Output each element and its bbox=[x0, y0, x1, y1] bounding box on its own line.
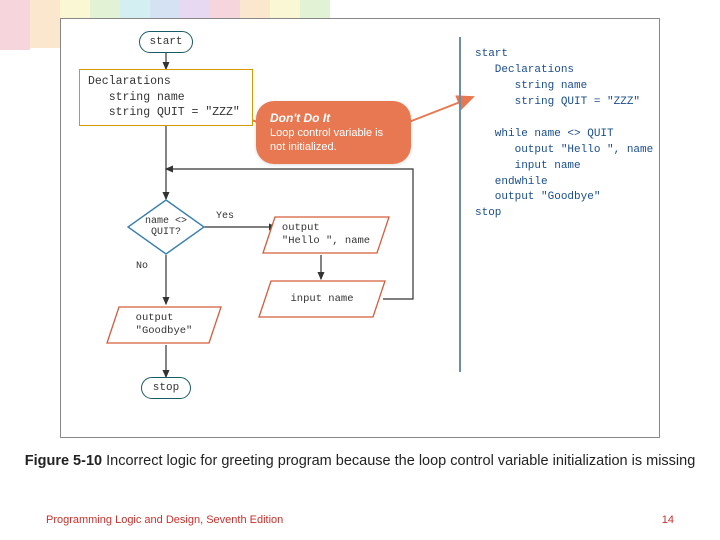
pseudocode-block: start Declarations string name string QU… bbox=[475, 47, 653, 222]
footer-page-number: 14 bbox=[662, 514, 674, 526]
callout-dontdoit: Don't Do It Loop control variable is not… bbox=[256, 101, 411, 164]
terminal-stop-label: stop bbox=[153, 382, 179, 394]
footer-book-title: Programming Logic and Design, Seventh Ed… bbox=[46, 514, 283, 526]
io-output-hello: output "Hello ", name bbox=[261, 215, 391, 255]
diagram-frame: start Declarations string name string QU… bbox=[60, 18, 660, 438]
terminal-start: start bbox=[139, 31, 193, 53]
terminal-stop: stop bbox=[141, 377, 191, 399]
callout-heading: Don't Do It bbox=[270, 111, 330, 125]
io-output-hello-text: output "Hello ", name bbox=[282, 222, 370, 247]
declarations-text: Declarations string name string QUIT = "… bbox=[88, 74, 244, 121]
decision-text: name <> QUIT? bbox=[145, 216, 187, 238]
io-input-name-text: input name bbox=[290, 293, 353, 306]
label-no: No bbox=[136, 261, 148, 272]
declarations-box: Declarations string name string QUIT = "… bbox=[79, 69, 253, 126]
figure-caption: Figure 5-10 Incorrect logic for greeting… bbox=[0, 452, 720, 471]
decision-diamond: name <> QUIT? bbox=[127, 199, 205, 255]
terminal-start-label: start bbox=[150, 36, 183, 48]
vertical-divider bbox=[459, 37, 461, 372]
figure-title: Incorrect logic for greeting program bec… bbox=[102, 453, 695, 469]
io-output-goodbye-text: output "Goodbye" bbox=[136, 312, 193, 337]
io-output-goodbye: output "Goodbye" bbox=[105, 305, 223, 345]
io-input-name: input name bbox=[257, 279, 387, 319]
figure-number: Figure 5-10 bbox=[25, 453, 102, 469]
callout-body: Loop control variable is not initialized… bbox=[270, 127, 383, 153]
label-yes: Yes bbox=[216, 211, 234, 222]
